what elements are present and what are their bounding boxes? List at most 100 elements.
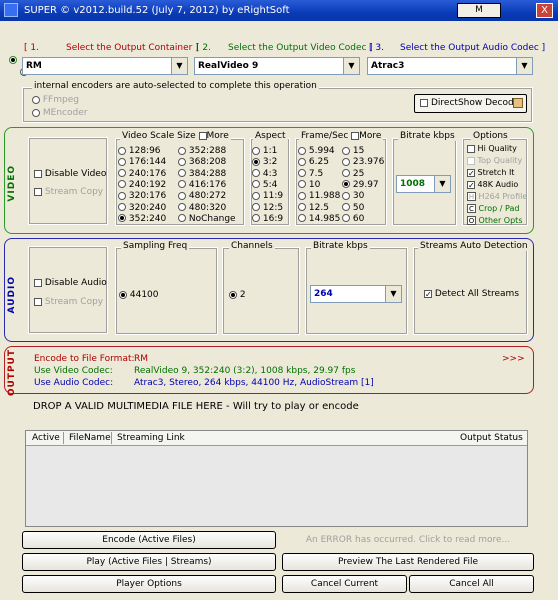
scale-size-option[interactable]: 352:288 (178, 146, 226, 156)
directshow-decode-toggle[interactable]: DirectShow Decode (414, 94, 527, 113)
scale-size-radio[interactable] (178, 146, 186, 155)
aspect-radio[interactable] (252, 214, 260, 223)
scale-size-option[interactable]: 320:176 (118, 191, 166, 201)
stretch-option[interactable]: ✓ Stretch It (467, 168, 514, 177)
aspect-option[interactable]: 11:9 (252, 191, 283, 201)
aspect-option[interactable]: 1:1 (252, 146, 277, 156)
hi-quality-option[interactable]: Hi Quality (467, 144, 517, 153)
disable-video-option[interactable]: Disable Video (34, 169, 106, 179)
audio-48k-checkbox[interactable]: ✓ (467, 180, 475, 189)
cancel-all-button[interactable]: Cancel All (409, 575, 534, 593)
fps-option[interactable]: 50 (342, 203, 364, 213)
scale-size-option[interactable]: 352:240 (118, 214, 166, 224)
close-button[interactable]: X (536, 3, 553, 18)
fps-radio[interactable] (298, 146, 306, 155)
preview-button[interactable]: Preview The Last Rendered File (282, 553, 534, 571)
scale-size-radio[interactable] (178, 157, 186, 166)
chevron-down-icon[interactable]: ▼ (516, 58, 532, 74)
fps-radio[interactable] (342, 157, 350, 166)
scale-size-option[interactable]: 128:96 (118, 146, 161, 156)
fps-radio[interactable] (298, 191, 306, 200)
fps-radio[interactable] (342, 191, 350, 200)
scale-size-radio[interactable] (178, 203, 186, 211)
encode-button[interactable]: Encode (Active Files) (22, 531, 276, 549)
audio-codec-select[interactable]: Atrac3 ▼ (367, 57, 533, 75)
scale-size-radio[interactable] (118, 157, 126, 166)
chevron-down-icon[interactable]: ▼ (434, 176, 450, 192)
disable-audio-option[interactable]: Disable Audio (34, 278, 107, 288)
scale-size-option[interactable]: 480:320 (178, 203, 226, 213)
other-opts-button[interactable]: O (467, 216, 476, 225)
scale-size-radio[interactable] (118, 169, 126, 178)
scale-size-option[interactable]: 240:192 (118, 180, 166, 190)
error-message-button[interactable]: An ERROR has occurred. Click to read mor… (282, 531, 534, 549)
aspect-option[interactable]: 3:2 (252, 157, 277, 167)
fps-option[interactable]: 7.5 (298, 169, 323, 179)
fps-radio[interactable] (342, 146, 350, 155)
scale-size-option[interactable]: 384:288 (178, 169, 226, 179)
hi-quality-checkbox[interactable] (467, 144, 475, 153)
fps-option[interactable]: 10 (298, 180, 320, 190)
fps-option[interactable]: 11.988 (298, 191, 340, 201)
aspect-radio[interactable] (252, 157, 260, 166)
fps-option[interactable]: 29.97 (342, 180, 379, 190)
freq-radio[interactable] (119, 290, 127, 299)
mode-radio-encode[interactable] (9, 55, 17, 64)
audio-bitrate-select[interactable]: 264 ▼ (310, 285, 402, 303)
fps-radio[interactable] (342, 203, 350, 211)
aspect-radio[interactable] (252, 203, 260, 211)
column-header-filename[interactable]: FileName (69, 433, 111, 443)
channels-radio[interactable] (229, 290, 237, 299)
chevron-down-icon[interactable]: ▼ (385, 286, 401, 302)
other-opts-option[interactable]: O Other Opts (467, 216, 522, 225)
aspect-radio[interactable] (252, 146, 260, 155)
scale-size-option[interactable]: 176:144 (118, 157, 166, 167)
container-select[interactable]: RM ▼ (22, 57, 188, 75)
scale-size-radio[interactable] (118, 180, 126, 189)
fps-radio[interactable] (298, 180, 306, 189)
play-button[interactable]: Play (Active Files | Streams) (22, 553, 276, 571)
aspect-option[interactable]: 4:3 (252, 169, 277, 179)
scale-size-radio[interactable] (178, 169, 186, 178)
channels-option[interactable]: 2 (229, 290, 246, 300)
fps-option[interactable]: 15 (342, 146, 364, 156)
column-header-output-status[interactable]: Output Status (460, 433, 523, 443)
fps-option[interactable]: 12.5 (298, 203, 329, 213)
video-bitrate-select[interactable]: 1008 ▼ (396, 175, 451, 193)
stretch-checkbox[interactable]: ✓ (467, 168, 475, 177)
scale-size-radio[interactable] (178, 214, 186, 223)
scale-size-radio[interactable] (118, 214, 126, 223)
scale-size-option[interactable]: 320:240 (118, 203, 166, 213)
scale-size-option[interactable]: 480:272 (178, 191, 226, 201)
fps-radio[interactable] (298, 203, 306, 211)
scale-size-option[interactable]: 368:208 (178, 157, 226, 167)
detect-all-streams-option[interactable]: ✓ Detect All Streams (424, 289, 519, 299)
scale-size-radio[interactable] (118, 203, 126, 211)
directshow-settings-icon[interactable] (513, 98, 523, 108)
fps-option[interactable]: 60 (342, 214, 364, 224)
fps-radio[interactable] (342, 169, 350, 178)
column-header-active[interactable]: Active (32, 433, 60, 443)
file-table[interactable]: Active FileName Streaming Link Output St… (25, 430, 528, 527)
aspect-option[interactable]: 5:4 (252, 180, 277, 190)
freq-option[interactable]: 44100 (119, 290, 159, 300)
fps-option[interactable]: 14.985 (298, 214, 340, 224)
m-button[interactable]: M (457, 3, 501, 18)
scale-size-option[interactable]: 416:176 (178, 180, 226, 190)
aspect-radio[interactable] (252, 180, 260, 189)
fps-option[interactable]: 23.976 (342, 157, 384, 167)
chevron-down-icon[interactable]: ▼ (343, 58, 359, 74)
aspect-option[interactable]: 16:9 (252, 214, 283, 224)
column-header-streaming-link[interactable]: Streaming Link (117, 433, 185, 443)
scale-size-radio[interactable] (118, 191, 126, 200)
video-codec-select[interactable]: RealVideo 9 ▼ (194, 57, 360, 75)
scale-size-radio[interactable] (178, 191, 186, 200)
more-output-link[interactable]: >>> (502, 354, 525, 364)
fps-radio[interactable] (342, 214, 350, 223)
player-options-button[interactable]: Player Options (22, 575, 276, 593)
detect-all-streams-checkbox[interactable]: ✓ (424, 289, 432, 298)
fps-radio[interactable] (298, 214, 306, 223)
aspect-option[interactable]: 12:5 (252, 203, 283, 213)
chevron-down-icon[interactable]: ▼ (171, 58, 187, 74)
scale-size-option[interactable]: 240:176 (118, 169, 166, 179)
